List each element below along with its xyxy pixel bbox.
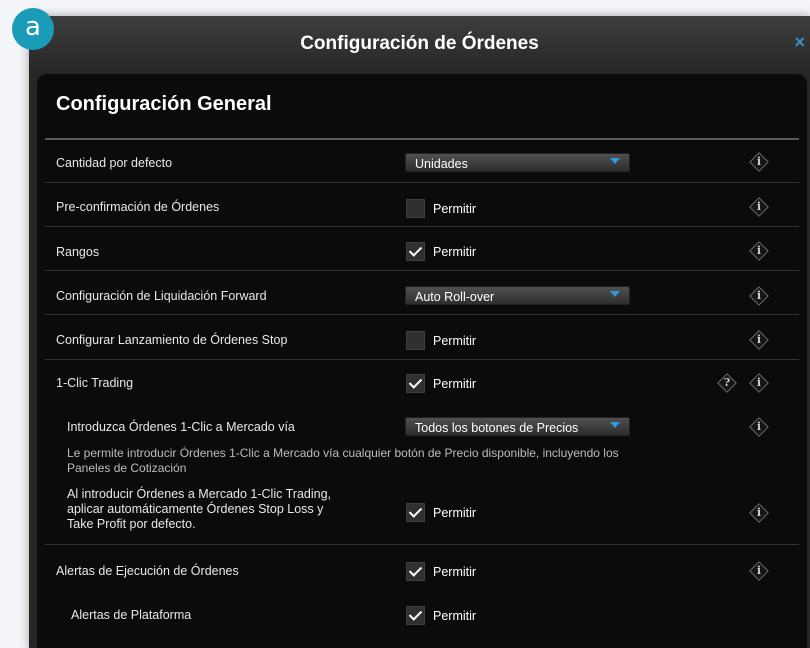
info-icon[interactable]: i	[748, 285, 770, 307]
ranges-label: Rangos	[56, 245, 100, 259]
ranges-checkbox[interactable]	[406, 242, 425, 261]
default-quantity-label: Cantidad por defecto	[56, 156, 173, 170]
info-icon[interactable]: i	[748, 502, 770, 524]
execution-alerts-checkbox[interactable]	[406, 562, 425, 581]
stop-orders-checkbox[interactable]	[406, 331, 425, 350]
info-icon[interactable]: i	[748, 240, 770, 262]
ranges-option-label: Permitir	[433, 245, 477, 259]
auto-stop-loss-label: Al introducir Órdenes a Mercado 1-Clic T…	[67, 487, 332, 531]
platform-alerts-option-label: Permitir	[433, 609, 477, 623]
execution-alerts-label: Alertas de Ejecución de Órdenes	[56, 564, 239, 578]
row-divider	[45, 182, 799, 183]
stop-orders-label: Configurar Lanzamiento de Órdenes Stop	[56, 333, 288, 347]
info-icon[interactable]: i	[748, 560, 770, 582]
dialog-titlebar: Configuración de Órdenes ×	[29, 16, 810, 74]
auto-stop-loss-checkbox[interactable]	[406, 503, 425, 522]
dialog-title: Configuración de Órdenes	[300, 33, 539, 54]
info-icon[interactable]: i	[748, 196, 770, 218]
section-divider	[45, 138, 799, 140]
order-settings-dialog: Configuración de Órdenes × Configuración…	[29, 16, 810, 648]
info-icon[interactable]: i	[748, 329, 770, 351]
platform-alerts-label: Alertas de Plataforma	[71, 608, 192, 622]
row-divider	[45, 544, 799, 545]
chevron-down-icon	[610, 422, 620, 428]
row-divider	[45, 314, 799, 315]
row-divider	[45, 359, 799, 360]
forward-settlement-value: Auto Roll-over	[415, 290, 495, 304]
stop-orders-option-label: Permitir	[433, 334, 477, 348]
platform-alerts-checkbox[interactable]	[406, 606, 425, 625]
order-preconfirmation-label: Pre-confirmación de Órdenes	[56, 200, 220, 214]
default-quantity-value: Unidades	[415, 157, 468, 171]
step-badge: a	[12, 8, 54, 50]
info-icon[interactable]: i	[748, 372, 770, 394]
one-click-market-via-dropdown[interactable]: Todos los botones de Precios	[405, 417, 630, 436]
one-click-market-via-value: Todos los botones de Precios	[415, 421, 579, 435]
one-click-market-description: Le permite introducir Órdenes 1-Clic a M…	[67, 446, 619, 475]
one-click-trading-option-label: Permitir	[433, 377, 477, 391]
order-preconfirmation-checkbox[interactable]	[406, 199, 425, 218]
row-divider	[45, 226, 799, 227]
close-icon[interactable]: ×	[794, 32, 805, 53]
chevron-down-icon	[610, 158, 620, 164]
section-title: Configuración General	[56, 93, 272, 115]
chevron-down-icon	[610, 291, 620, 297]
forward-settlement-label: Configuración de Liquidación Forward	[56, 289, 267, 303]
order-preconfirmation-option-label: Permitir	[433, 202, 477, 216]
one-click-trading-checkbox[interactable]	[406, 374, 425, 393]
default-quantity-dropdown[interactable]: Unidades	[405, 153, 630, 172]
info-icon[interactable]: i	[748, 151, 770, 173]
help-icon[interactable]: ?	[716, 372, 738, 394]
auto-stop-loss-option-label: Permitir	[433, 506, 477, 520]
info-icon[interactable]: i	[748, 416, 770, 438]
forward-settlement-dropdown[interactable]: Auto Roll-over	[405, 286, 630, 305]
one-click-trading-label: 1-Clic Trading	[56, 376, 134, 390]
one-click-market-via-label: Introduzca Órdenes 1-Clic a Mercado vía	[67, 420, 295, 434]
settings-panel: Configuración General Cantidad por defec…	[37, 74, 807, 648]
execution-alerts-option-label: Permitir	[433, 565, 477, 579]
row-divider	[45, 270, 799, 271]
